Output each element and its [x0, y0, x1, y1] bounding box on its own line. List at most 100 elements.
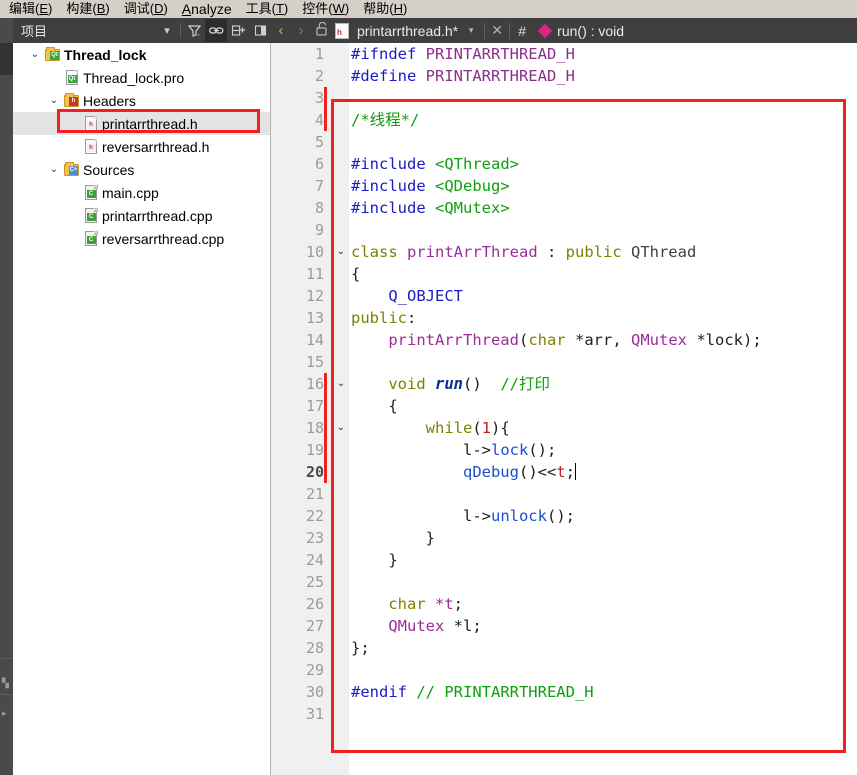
menu-item-5[interactable]: 工具(T)	[239, 0, 296, 18]
split-editor-button[interactable]	[227, 19, 249, 42]
code-line[interactable]: char *t;	[349, 593, 857, 615]
navigate-back-button[interactable]: ‹	[271, 22, 291, 39]
menu-item-1[interactable]: 编辑(E)	[2, 0, 59, 18]
run-icon[interactable]: ▸	[2, 709, 11, 718]
code-editor[interactable]: 1 2 3 4 5 6 7 8 9 10 11 12 13 14 15 16 17 18 19 20 21 22 23 24 2…	[271, 43, 857, 775]
tree-item-printarrthread-h[interactable]: h printarrthread.h	[13, 112, 270, 135]
code-line[interactable]: {	[349, 395, 857, 417]
code-token: (	[518, 331, 529, 349]
code-token: *lock);	[696, 331, 762, 349]
code-token: ;	[472, 617, 482, 635]
header-file-icon: h	[335, 22, 349, 39]
code-line[interactable]: };	[349, 637, 857, 659]
close-sidebar-button[interactable]	[249, 19, 271, 42]
unlocked-padlock-icon	[316, 21, 327, 36]
code-line[interactable]	[349, 483, 857, 505]
menu-item-6[interactable]: 控件(W)	[295, 0, 356, 18]
filter-button[interactable]	[183, 19, 205, 42]
code-folding-bar[interactable]: ⌄ ⌄ ⌄	[333, 43, 349, 775]
code-line[interactable]: #ifndef PRINTARRTHREAD_H	[349, 43, 857, 65]
toggle-header-source-button[interactable]: #	[510, 23, 534, 39]
menu-item-3[interactable]: 调试(D)	[117, 0, 175, 18]
code-line[interactable]: #include <QMutex>	[349, 197, 857, 219]
code-line[interactable]: Q_OBJECT	[349, 285, 857, 307]
code-line[interactable]: }	[349, 527, 857, 549]
line-number: 12	[305, 287, 324, 305]
fold-chevron-icon[interactable]: ⌄	[333, 241, 349, 263]
code-line[interactable]	[349, 87, 857, 109]
code-line[interactable]: printArrThread(char *arr, QMutex *lock);	[349, 329, 857, 351]
code-line[interactable]: void run() //打印	[349, 373, 857, 395]
code-line[interactable]	[349, 219, 857, 241]
tree-item-thread-lock-pro[interactable]: Qt Thread_lock.pro	[13, 66, 270, 89]
code-line[interactable]	[349, 571, 857, 593]
chevron-down-icon[interactable]: ⌄	[27, 43, 43, 66]
code-line[interactable]: }	[349, 549, 857, 571]
code-line[interactable]: public:	[349, 307, 857, 329]
folder-sources-icon: C+	[64, 161, 79, 176]
cpp-source-file-icon: C	[84, 230, 98, 246]
code-line[interactable]: /*线程*/	[349, 109, 857, 131]
menu-item-4[interactable]: Analyze	[175, 0, 239, 18]
line-number: 30	[305, 683, 324, 701]
lock-toggle-button[interactable]	[311, 21, 333, 39]
tree-item-headers[interactable]: ⌄ h Headers	[13, 89, 270, 112]
code-line[interactable]	[349, 131, 857, 153]
fold-chevron-icon[interactable]: ⌄	[333, 417, 349, 439]
code-token: {	[351, 397, 398, 415]
code-token: //打印	[500, 375, 550, 393]
code-line[interactable]: while(1){	[349, 417, 857, 439]
code-token: QMutex	[388, 617, 454, 635]
open-documents-dropdown[interactable]: ▾	[458, 25, 484, 36]
menu-label: 构建(B)	[66, 1, 110, 16]
build-icon[interactable]: ▚	[2, 679, 11, 688]
menu-label: Analyze	[181, 1, 232, 17]
code-line[interactable]	[349, 703, 857, 725]
code-line[interactable]: qDebug()<<t;	[349, 461, 857, 483]
code-line[interactable]: #include <QThread>	[349, 153, 857, 175]
line-number-gutter: 1 2 3 4 5 6 7 8 9 10 11 12 13 14 15 16 17 18 19 20 21 22 23 24 2…	[271, 43, 333, 775]
code-line[interactable]: l->lock();	[349, 439, 857, 461]
header-file-icon: h	[84, 116, 97, 131]
tree-item-main-cpp[interactable]: Cmain.cpp	[13, 181, 270, 204]
code-line[interactable]: {	[349, 263, 857, 285]
sync-with-editor-button[interactable]	[205, 19, 227, 42]
code-line[interactable]: l->unlock();	[349, 505, 857, 527]
line-number: 14	[305, 331, 324, 349]
menu-item-7[interactable]: 帮助(H)	[356, 0, 414, 18]
code-token: printArrThread	[407, 243, 538, 261]
code-text-area[interactable]: #ifndef PRINTARRTHREAD_H #define PRINTARR…	[349, 43, 857, 775]
close-document-button[interactable]: ✕	[485, 22, 509, 39]
tree-item-printarrthread-cpp[interactable]: Cprintarrthread.cpp	[13, 204, 270, 227]
chevron-down-icon[interactable]: ⌄	[46, 158, 62, 181]
tree-item-reversarrthread-h[interactable]: h reversarrthread.h	[13, 135, 270, 158]
navigate-forward-button[interactable]: ›	[291, 22, 311, 39]
code-line[interactable]	[349, 351, 857, 373]
tree-item-reversarrthread-cpp[interactable]: Creversarrthread.cpp	[13, 227, 270, 250]
tree-item-sources[interactable]: ⌄ C+ Sources	[13, 158, 270, 181]
chevron-down-icon[interactable]: ⌄	[46, 89, 62, 112]
project-tree[interactable]: ⌄ Qt Thread_lock Qt Thread_lock.pro ⌄ h Headers…	[13, 43, 271, 775]
code-line[interactable]: #endif // PRINTARRTHREAD_H	[349, 681, 857, 703]
tree-item-label: Thread_lock	[64, 46, 147, 63]
menu-item-2[interactable]: 构建(B)	[59, 0, 116, 18]
code-line[interactable]: #include <QDebug>	[349, 175, 857, 197]
mode-selector-strip[interactable]: ▚ ▸	[0, 18, 13, 775]
tree-item-label: main.cpp	[102, 184, 159, 201]
code-line[interactable]: class printArrThread : public QThread	[349, 241, 857, 263]
code-token: PRINTARRTHREAD_H	[425, 45, 575, 63]
symbol-combobox[interactable]: run() : void	[557, 23, 624, 39]
code-line[interactable]: #define PRINTARRTHREAD_H	[349, 65, 857, 87]
fold-chevron-icon[interactable]: ⌄	[333, 373, 349, 395]
tree-item-thread-lock[interactable]: ⌄ Qt Thread_lock	[13, 43, 270, 66]
code-line[interactable]	[349, 659, 857, 681]
project-view-dropdown[interactable]: ▾	[156, 19, 178, 42]
open-file-name[interactable]: printarrthread.h*	[349, 23, 458, 39]
code-line[interactable]: QMutex *l;	[349, 615, 857, 637]
